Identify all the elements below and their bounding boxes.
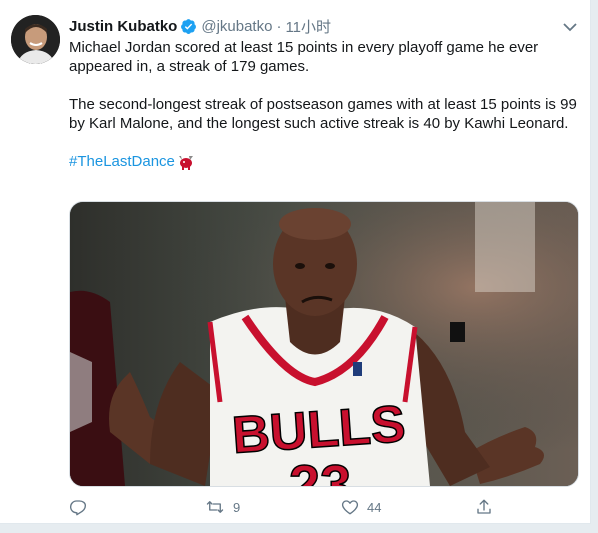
hashtag-link[interactable]: #TheLastDance [69,152,175,171]
tweet-timestamp[interactable]: 11小时 [285,16,331,37]
hashtag-line: #TheLastDance [69,152,584,171]
separator-dot: · [276,17,282,35]
jersey-number: 23 [289,453,351,486]
tweet-actions: 9 44 [69,497,499,517]
retweet-icon [206,501,224,513]
chevron-down-icon[interactable] [560,18,580,36]
reply-icon [69,500,87,516]
like-count: 44 [367,499,382,515]
tweet-text: Michael Jordan scored at least 15 points… [69,38,584,171]
retweet-count: 9 [233,499,241,515]
tweet-card[interactable]: Justin Kubatko @jkubatko · 11小时 Michael … [0,0,591,524]
share-icon [477,499,491,514]
retweet-button[interactable]: 9 [205,497,240,517]
tweet-header: Justin Kubatko @jkubatko · 11小时 [69,16,331,36]
avatar[interactable] [11,15,60,64]
author-name[interactable]: Justin Kubatko [69,18,177,35]
share-button[interactable] [475,497,501,517]
like-button[interactable]: 44 [341,497,381,517]
author-handle[interactable]: @jkubatko [201,18,272,35]
reply-button[interactable] [69,497,95,517]
tweet-paragraph: The second-longest streak of postseason … [69,96,577,132]
tweet-image[interactable]: BULLS 23 [69,201,579,487]
goat-emoji-icon [177,154,195,170]
verified-badge-icon [180,18,197,35]
heart-icon [341,500,359,515]
tweet-paragraph: Michael Jordan scored at least 15 points… [69,39,539,75]
